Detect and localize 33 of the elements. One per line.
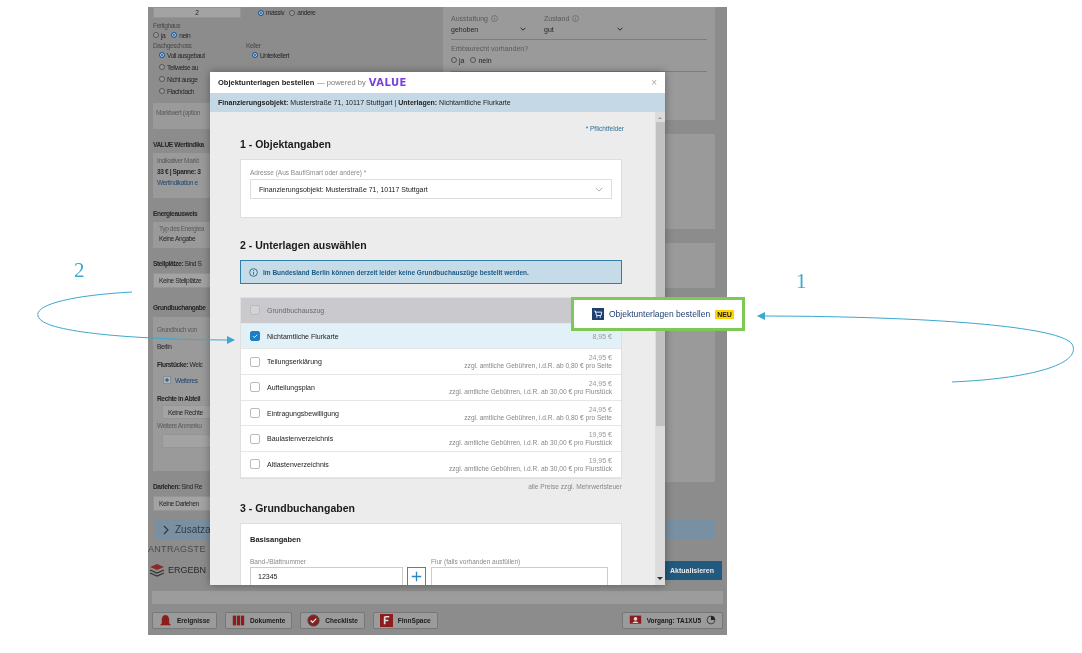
checkbox[interactable] [250,408,260,419]
section-heading: 2 - Unterlagen auswählen [240,239,368,251]
callout-number: 2 [74,258,85,283]
logo: VALUE [368,77,407,88]
chevron-down-icon [520,27,526,31]
section-heading: 1 - Objektangaben [240,138,333,150]
plus-icon[interactable] [163,376,171,384]
chevron-icon [163,524,169,535]
info-icon[interactable] [490,15,498,22]
section-heading: 3 - Grundbuchangaben [240,501,356,514]
section-title: ERGEBN [168,565,206,575]
chevron-down-icon [595,186,603,192]
info-icon[interactable] [572,15,580,22]
checkbox[interactable] [250,382,260,393]
input-field[interactable] [431,566,608,585]
stack-icon [149,563,165,577]
checkbox[interactable] [250,356,260,367]
cart-icon [592,308,604,320]
section-title: ANTRAGSTE [148,544,206,554]
check-circle-icon [307,613,321,627]
chevron-down-icon [617,27,623,31]
section-title: Zusatza [175,524,211,535]
binders-icon [231,613,245,627]
person-card-icon [628,613,642,627]
checkbox[interactable] [250,433,260,444]
letter-tile-icon [379,613,393,627]
add-button[interactable] [407,566,426,585]
bell-icon [159,613,172,627]
info-icon [249,267,258,277]
checkbox[interactable] [250,459,260,470]
pie-icon [706,615,716,625]
checkbox[interactable] [250,331,260,342]
callout-number: 1 [796,269,807,294]
